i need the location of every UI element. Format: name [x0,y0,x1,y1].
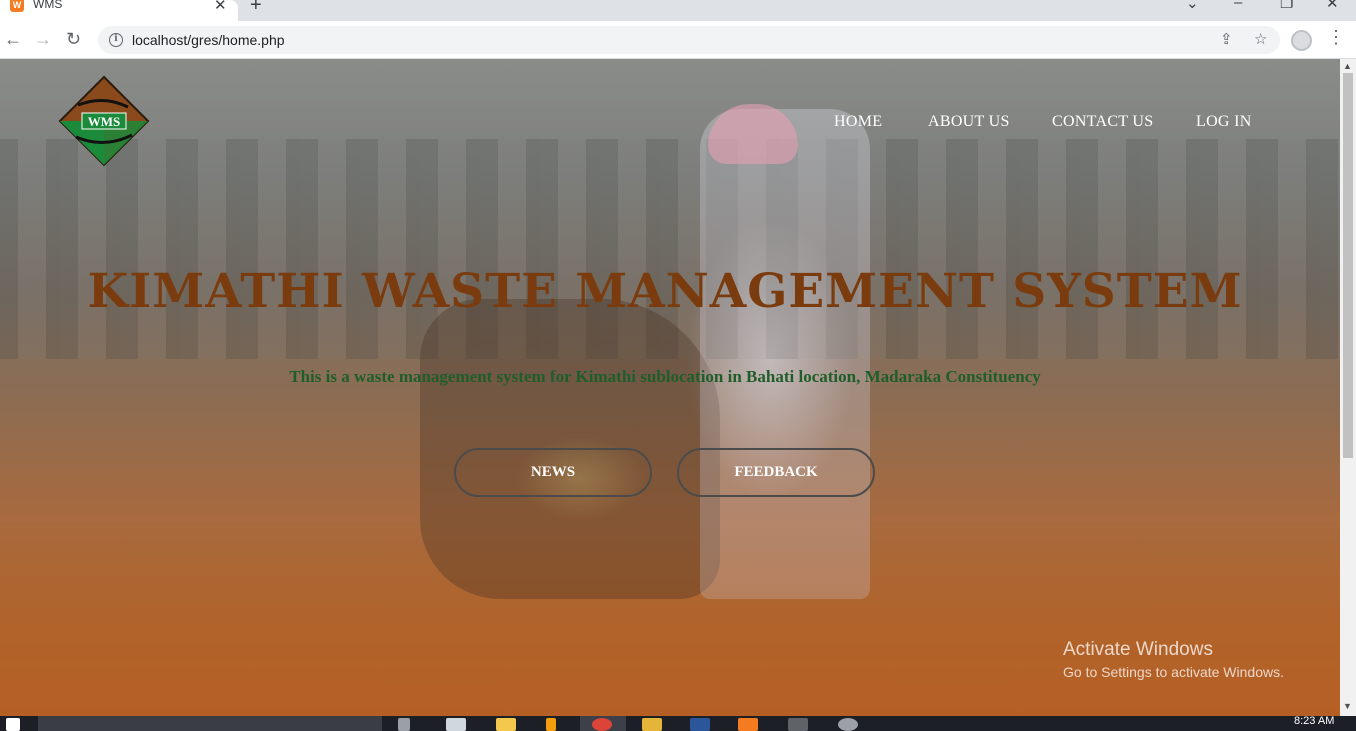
address-bar[interactable]: i localhost/gres/home.php ⇪ ☆ [98,26,1280,54]
forward-icon[interactable]: → [34,29,52,49]
word-icon[interactable] [690,718,710,731]
activate-windows-subtitle: Go to Settings to activate Windows. [1063,664,1284,680]
edge-icon[interactable] [446,718,466,731]
wms-logo-icon[interactable]: WMS [58,75,150,167]
activate-windows-watermark: Activate Windows Go to Settings to activ… [1063,639,1284,680]
app-icon-2[interactable] [838,718,858,731]
nav-login-link[interactable]: LOG IN [1196,113,1252,131]
terminal-icon[interactable] [788,718,808,731]
task-view-icon[interactable] [398,718,410,731]
feedback-button[interactable]: FEEDBACK [677,448,875,497]
browser-menu-icon[interactable]: ⋮ [1327,27,1345,48]
page-scrollbar[interactable]: ▲ ▼ [1340,59,1356,716]
scroll-down-icon[interactable]: ▼ [1343,701,1352,711]
nav-contact-link[interactable]: CONTACT US [1052,113,1153,131]
reload-icon[interactable]: ↻ [66,29,81,49]
browser-tab[interactable]: W WMS ✕ [0,0,238,21]
new-tab-icon[interactable]: + [250,0,262,17]
chrome-icon[interactable] [592,718,612,731]
nav-about-link[interactable]: ABOUT US [928,113,1010,131]
svg-text:WMS: WMS [88,114,121,129]
site-info-icon[interactable]: i [109,33,123,47]
minimize-icon[interactable]: – [1234,0,1242,11]
file-explorer-icon[interactable] [496,718,516,731]
back-icon[interactable]: ← [4,29,22,49]
taskbar-clock[interactable]: 8:23 AM [1294,715,1334,727]
folder-icon[interactable] [642,718,662,731]
scroll-thumb[interactable] [1343,73,1353,458]
page-subtitle: This is a waste management system for Ki… [289,367,1041,386]
start-icon[interactable] [6,718,20,731]
share-icon[interactable]: ⇪ [1220,30,1233,48]
bookmark-star-icon[interactable]: ☆ [1254,30,1267,48]
scroll-up-icon[interactable]: ▲ [1343,61,1352,71]
browser-tab-strip: W WMS ✕ + ⌄ – ❐ ✕ [0,0,1356,21]
taskbar-search-box[interactable] [38,716,382,731]
tab-search-icon[interactable]: ⌄ [1186,0,1199,12]
app-icon[interactable] [546,718,556,731]
background-person-image [700,109,870,599]
hero-section: WMS HOME ABOUT US CONTACT US LOG IN KIMA… [0,59,1340,716]
close-tab-icon[interactable]: ✕ [214,0,227,14]
url-text[interactable]: localhost/gres/home.php [132,32,285,48]
nav-home-link[interactable]: HOME [834,113,882,131]
activate-windows-title: Activate Windows [1063,639,1213,660]
news-button[interactable]: NEWS [454,448,652,497]
xampp-icon[interactable] [738,718,758,731]
browser-toolbar: ← → ↻ i localhost/gres/home.php ⇪ ☆ ⋮ [0,21,1356,59]
maximize-icon[interactable]: ❐ [1280,0,1293,12]
favicon-icon: W [10,0,24,12]
windows-taskbar: 8:23 AM [0,715,1356,731]
close-window-icon[interactable]: ✕ [1326,0,1339,12]
page-title: KIMATHI WASTE MANAGEMENT SYSTEM [87,264,1243,319]
tab-title: WMS [33,0,63,11]
profile-avatar-icon[interactable] [1291,30,1312,51]
